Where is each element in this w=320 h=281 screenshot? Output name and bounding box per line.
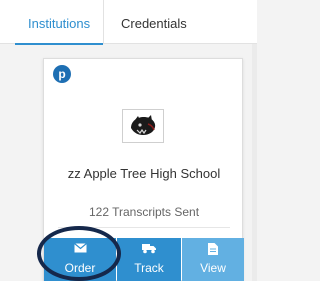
envelope-icon [44, 243, 116, 255]
tab-credentials[interactable]: Credentials [121, 0, 187, 44]
track-label: Track [134, 261, 164, 275]
truck-icon [117, 243, 181, 255]
order-label: Order [64, 261, 96, 275]
document-icon [182, 243, 244, 255]
view-label: View [200, 261, 226, 275]
provider-badge-icon: p [53, 65, 71, 83]
track-button[interactable]: Track [117, 238, 181, 281]
tab-divider [103, 0, 104, 44]
transcripts-sent-count: 122 Transcripts Sent [88, 205, 200, 219]
panther-logo-icon [131, 115, 156, 135]
order-button[interactable]: Order [44, 238, 116, 281]
institution-card: p zz Apple Tree High School 122 Transcri… [43, 58, 244, 281]
school-name: zz Apple Tree High School [67, 166, 221, 181]
tab-bar: Institutions Credentials [0, 0, 257, 45]
view-button[interactable]: View [182, 238, 244, 281]
school-logo [122, 109, 164, 143]
card-divider [58, 227, 230, 228]
scroll-edge [252, 44, 257, 281]
tab-institutions[interactable]: Institutions [14, 0, 104, 45]
